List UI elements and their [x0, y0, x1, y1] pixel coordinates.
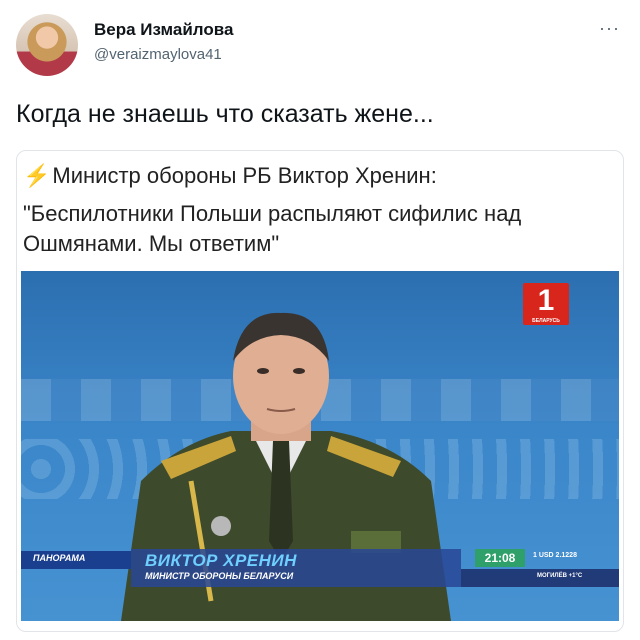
channel-name: БЕЛАРУСЬ	[532, 318, 560, 324]
weather-city: МОГИЛЁВ +1°С	[537, 573, 583, 579]
channel-number: 1	[537, 284, 555, 317]
time-badge: 21:08	[475, 549, 525, 567]
tie	[269, 441, 293, 561]
left-eye	[257, 368, 269, 374]
right-eye	[293, 368, 305, 374]
embedded-image[interactable]: ⚡Министр обороны РБ Виктор Хренин: "Бесп…	[16, 150, 624, 632]
card-quote: "Беспилотники Польши распыляют сифилис н…	[23, 201, 522, 256]
card-headline: ⚡Министр обороны РБ Виктор Хренин:	[23, 163, 437, 189]
display-name[interactable]: Вера Измайлова	[94, 20, 233, 40]
user-handle[interactable]: @veraizmaylova41	[94, 46, 222, 63]
more-options-icon[interactable]: ···	[599, 18, 620, 39]
tweet-text: Когда не знаешь что сказать жене...	[16, 100, 434, 128]
tv-screenshot: 1 БЕЛАРУСЬ ПАНОРАМА ВИКТОР ХРЕНИН МИНИСТ…	[21, 271, 619, 621]
lightning-icon: ⚡	[23, 163, 51, 188]
channel-logo: 1 БЕЛАРУСЬ	[523, 283, 569, 325]
tweet-header: Вера Измайлова @veraizmaylova41 ···	[16, 14, 624, 78]
card-headline-text: Министр обороны РБ Виктор Хренин:	[52, 163, 437, 188]
person-name: ВИКТОР ХРЕНИН	[145, 551, 297, 570]
person-title: МИНИСТР ОБОРОНЫ БЕЛАРУСИ	[145, 571, 294, 581]
program-label: ПАНОРАМА	[33, 553, 86, 563]
badge	[211, 516, 231, 536]
lower-third: ПАНОРАМА ВИКТОР ХРЕНИН МИНИСТР ОБОРОНЫ Б…	[21, 545, 619, 593]
currency-rate: 1 USD 2.1228	[533, 552, 577, 559]
avatar[interactable]	[16, 14, 78, 76]
